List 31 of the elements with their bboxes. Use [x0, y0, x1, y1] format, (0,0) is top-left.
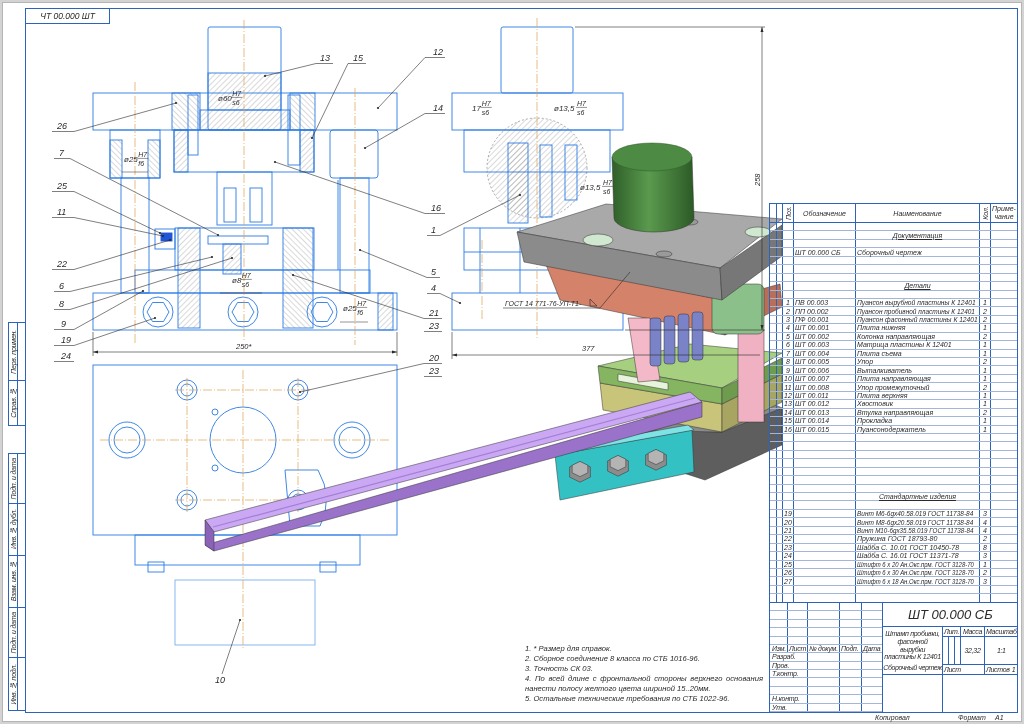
document-designation: ШТ 00.000 СБ — [883, 603, 1018, 627]
part-number-label: 16 — [431, 203, 441, 213]
part-number-label: 24 — [61, 351, 71, 361]
part-number-label: 14 — [433, 103, 443, 113]
part-number-label: 10 — [215, 675, 225, 685]
part-number-label: 19 — [61, 335, 71, 345]
part-number-label: 4 — [431, 283, 436, 293]
leader-line — [376, 57, 446, 110]
weld-fillet-icon — [589, 298, 598, 307]
part-number-label: 26 — [57, 121, 67, 131]
part-number-label: 13 — [320, 53, 330, 63]
part-number-label: 11 — [57, 207, 67, 217]
part-number-label: 25 — [57, 181, 67, 191]
part-number-label: 7 — [59, 148, 64, 158]
part-number-label: 23 — [429, 321, 439, 331]
part-number-label: 21 — [429, 308, 439, 318]
part-number-label: 20 — [429, 353, 439, 363]
part-number-label: 6 — [59, 281, 64, 291]
part-number-label: 9 — [61, 319, 66, 329]
part-number-label: 23 — [429, 366, 439, 376]
drawing-code: ЧТ 00.000 ШТ — [26, 9, 110, 24]
part-number-label: 15 — [353, 53, 363, 63]
callout-shelf-line — [423, 376, 443, 377]
callout-shelf-line — [423, 331, 443, 332]
part-number-label: 5 — [431, 267, 436, 277]
part-number-label: 12 — [433, 47, 443, 57]
leader-line — [221, 618, 242, 675]
part-number-label: 22 — [57, 259, 67, 269]
callout-shelf-line — [53, 361, 75, 362]
part-number-label: 1 — [431, 225, 436, 235]
part-number-label: 8 — [59, 299, 64, 309]
